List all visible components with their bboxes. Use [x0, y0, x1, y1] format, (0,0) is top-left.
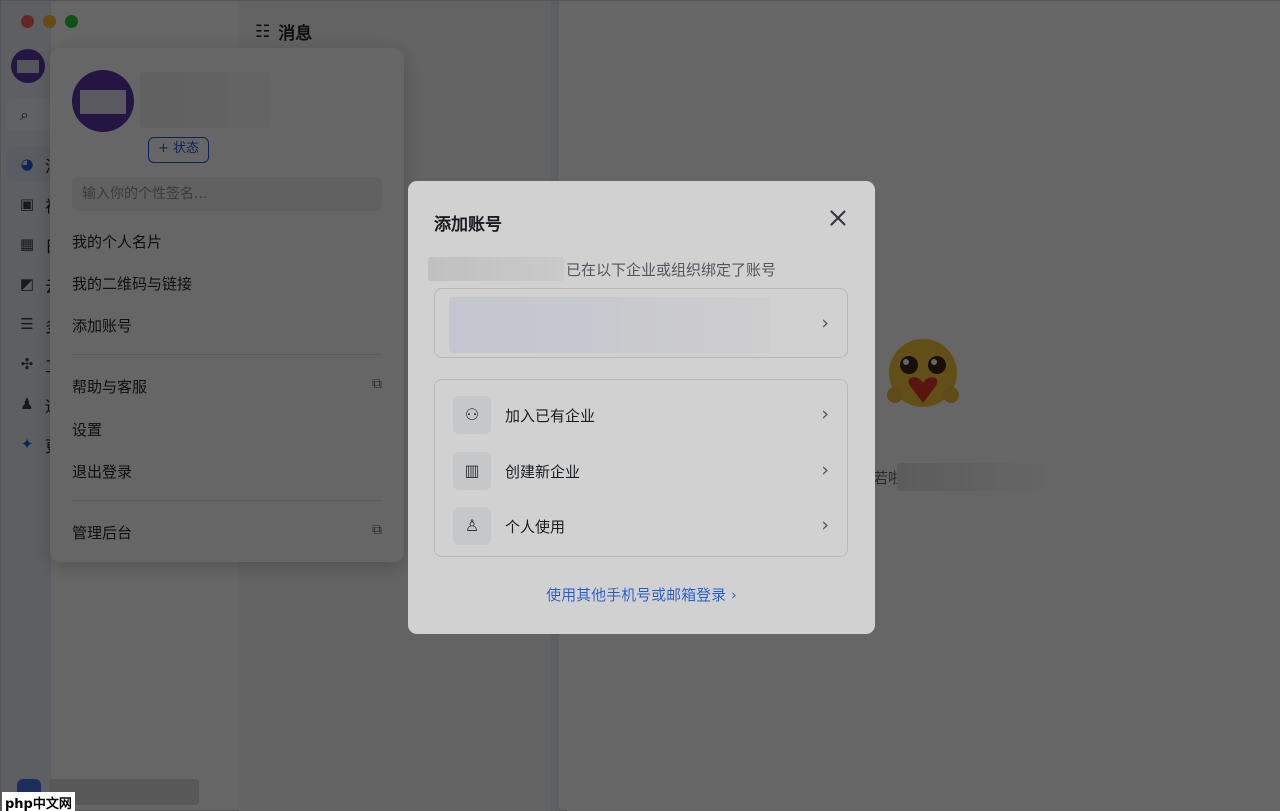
- bound-accounts-text: 已在以下企业或组织绑定了账号: [566, 261, 777, 279]
- personal-use-option[interactable]: ♙ 个人使用 ›: [435, 495, 847, 551]
- blurred-phone-number: [428, 257, 564, 281]
- dialog-title: 添加账号: [434, 215, 502, 235]
- menu-item-add-account[interactable]: 添加账号: [72, 315, 382, 336]
- menu-item-logout[interactable]: 退出登录: [72, 461, 382, 482]
- menu-item-label: 我的二维码与链接: [72, 275, 193, 293]
- menu-item-help[interactable]: 帮助与客服 ⧉: [72, 376, 382, 397]
- divider: [72, 500, 382, 501]
- external-link-icon: ⧉: [372, 376, 382, 392]
- option-label: 加入已有企业: [505, 407, 596, 425]
- external-link-icon: ⧉: [372, 522, 382, 538]
- menu-item-admin[interactable]: 管理后台 ⧉: [72, 522, 382, 543]
- menu-item-label: 退出登录: [72, 463, 133, 481]
- menu-item-qrcode[interactable]: 我的二维码与链接: [72, 273, 382, 294]
- blurred-organization-name: [449, 297, 771, 353]
- chevron-right-icon: ›: [821, 459, 829, 481]
- menu-item-settings[interactable]: 设置: [72, 419, 382, 440]
- profile-avatar[interactable]: [72, 70, 134, 132]
- menu-item-label: 我的个人名片: [72, 233, 163, 251]
- profile-popover: + 状态 我的个人名片 我的二维码与链接 添加账号 帮助与客服 ⧉ 设置 退出登录…: [50, 48, 404, 562]
- chevron-right-icon: ›: [821, 312, 829, 334]
- option-label: 个人使用: [505, 518, 566, 536]
- menu-item-label: 帮助与客服: [72, 378, 148, 396]
- chevron-right-icon: ›: [821, 403, 829, 425]
- menu-item-business-card[interactable]: 我的个人名片: [72, 231, 382, 252]
- add-account-dialog: 添加账号 已在以下企业或组织绑定了账号 › ⚇ 加入已有企业 › ▥ 创建新企业…: [408, 181, 875, 634]
- menu-item-label: 管理后台: [72, 524, 133, 542]
- menu-item-label: 设置: [72, 421, 103, 439]
- signature-input[interactable]: [72, 177, 382, 211]
- divider: [72, 354, 382, 355]
- other-login-button[interactable]: 使用其他手机号或邮箱登录 ›: [516, 572, 767, 616]
- bound-organization-card[interactable]: ›: [434, 288, 848, 358]
- building-icon: ▥: [453, 452, 491, 490]
- join-team-icon: ⚇: [453, 396, 491, 434]
- create-new-enterprise-option[interactable]: ▥ 创建新企业 ›: [435, 440, 847, 496]
- join-existing-enterprise-option[interactable]: ⚇ 加入已有企业 ›: [435, 384, 847, 440]
- add-status-button[interactable]: + 状态: [148, 137, 210, 163]
- watermark-text: php中文网: [2, 792, 75, 811]
- account-options-list: ⚇ 加入已有企业 › ▥ 创建新企业 › ♙ 个人使用 ›: [434, 379, 848, 557]
- profile-name-blurred: [140, 72, 270, 128]
- person-icon: ♙: [453, 507, 491, 545]
- close-icon[interactable]: [826, 206, 850, 230]
- chevron-right-icon: ›: [821, 514, 829, 536]
- menu-item-label: 添加账号: [72, 317, 133, 335]
- option-label: 创建新企业: [505, 463, 581, 481]
